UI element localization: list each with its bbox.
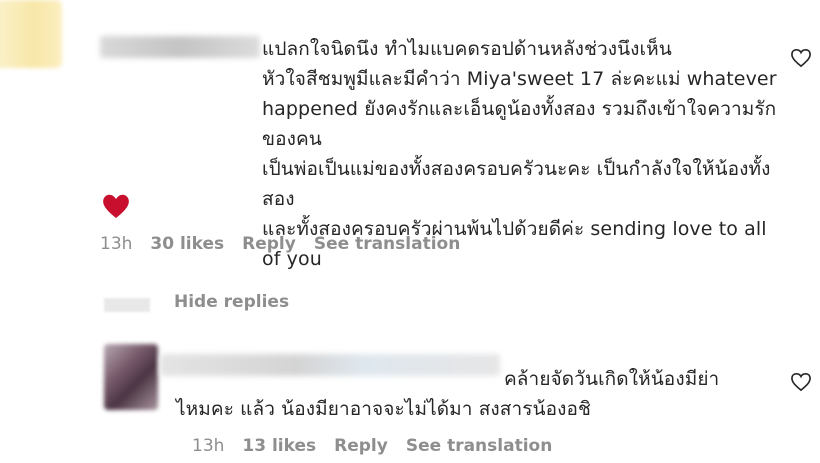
comment-text: คล้ายจัดวันเกิดให้น้องมีย่า ไหมคะ แล้ว น… xyxy=(176,368,720,420)
see-translation-button[interactable]: See translation xyxy=(406,436,552,456)
see-translation-button[interactable]: See translation xyxy=(314,234,460,254)
reply-button[interactable]: Reply xyxy=(334,436,388,456)
comment-meta: 13h 13 likes Reply See translation xyxy=(192,436,552,456)
comment-time[interactable]: 13h xyxy=(100,234,132,254)
replies-divider xyxy=(104,298,150,312)
avatar[interactable] xyxy=(104,344,158,410)
like-heart-icon[interactable] xyxy=(790,372,812,392)
red-heart-emoji xyxy=(103,194,129,218)
like-heart-icon[interactable] xyxy=(790,48,812,68)
reply-button[interactable]: Reply xyxy=(242,234,296,254)
comment-time[interactable]: 13h xyxy=(192,436,224,456)
likes-count[interactable]: 30 likes xyxy=(150,234,224,254)
hide-replies-button[interactable]: Hide replies xyxy=(174,292,289,312)
avatar[interactable] xyxy=(0,0,62,68)
likes-count[interactable]: 13 likes xyxy=(242,436,316,456)
comment-meta: 13h 30 likes Reply See translation xyxy=(100,234,460,254)
username-blurred[interactable] xyxy=(100,36,260,58)
